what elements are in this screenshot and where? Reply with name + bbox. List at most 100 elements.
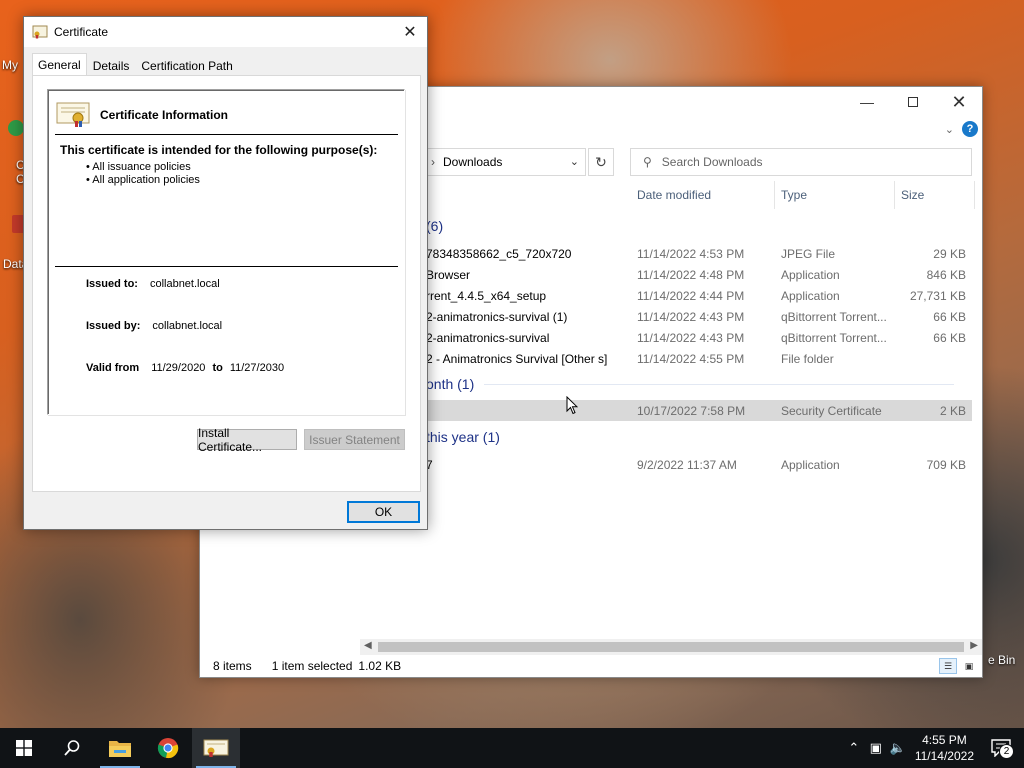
tab-label: Details bbox=[92, 59, 130, 73]
tab-label: General bbox=[38, 58, 81, 72]
chevron-down-icon[interactable]: ⌄ bbox=[570, 155, 579, 168]
file-name: rrent_4.4.5_x64_setup bbox=[426, 288, 547, 303]
group-header-earlier-this-year[interactable]: this year (1) bbox=[426, 429, 500, 445]
close-icon: ✕ bbox=[403, 24, 417, 41]
file-row-selected[interactable]: 10/17/2022 7:58 PM Security Certificate … bbox=[426, 400, 972, 421]
large-icons-view-icon: ▣ bbox=[964, 660, 974, 671]
search-taskbar-button[interactable] bbox=[48, 728, 96, 768]
file-size: 66 KB bbox=[933, 309, 966, 324]
volume-icon[interactable]: 🔈 bbox=[887, 740, 909, 756]
maximize-icon bbox=[908, 97, 918, 107]
file-type: Application bbox=[781, 457, 840, 472]
close-icon: ✕ bbox=[951, 91, 967, 112]
file-row[interactable]: 2-animatronics-survival 11/14/2022 4:43 … bbox=[426, 327, 972, 348]
issued-to-value: collabnet.local bbox=[149, 278, 220, 290]
status-size: 1.02 KB bbox=[358, 659, 402, 673]
purpose-heading: This certificate is intended for the fol… bbox=[60, 143, 378, 157]
file-name: 2-animatronics-survival bbox=[426, 330, 550, 345]
file-row[interactable]: Browser 11/14/2022 4:48 PM Application 8… bbox=[426, 264, 972, 285]
network-icon[interactable]: ▣ bbox=[865, 740, 887, 756]
column-header-size[interactable]: Size bbox=[895, 181, 975, 209]
column-header-label: Date modified bbox=[637, 188, 712, 202]
search-input[interactable]: ⚲ Search Downloads bbox=[630, 148, 972, 176]
file-row[interactable]: rrent_4.4.5_x64_setup 11/14/2022 4:44 PM… bbox=[426, 285, 972, 306]
scroll-right-icon[interactable]: ▶ bbox=[970, 640, 978, 651]
tab-general[interactable]: General bbox=[32, 53, 87, 76]
column-header-label: Type bbox=[781, 188, 808, 202]
button-label: Install Certificate... bbox=[198, 425, 263, 454]
minimize-button[interactable]: — bbox=[844, 87, 890, 117]
chevron-up-icon[interactable]: ⌃ bbox=[843, 740, 865, 756]
taskbar-file-explorer[interactable] bbox=[96, 728, 144, 768]
file-row[interactable]: 2-animatronics-survival (1) 11/14/2022 4… bbox=[426, 306, 972, 327]
horizontal-scrollbar[interactable]: ◀ ▶ bbox=[360, 639, 982, 655]
file-row[interactable]: 2 - Animatronics Survival [Other s] 11/1… bbox=[426, 348, 972, 369]
file-date: 9/2/2022 11:37 AM bbox=[637, 457, 737, 472]
file-date: 11/14/2022 4:55 PM bbox=[637, 351, 745, 366]
file-row[interactable]: 78348358662_c5_720x720 11/14/2022 4:53 P… bbox=[426, 243, 972, 264]
file-row[interactable]: 7 9/2/2022 11:37 AM Application 709 KB bbox=[426, 454, 972, 475]
taskbar-chrome[interactable] bbox=[144, 728, 192, 768]
close-button[interactable]: ✕ bbox=[936, 87, 982, 117]
scroll-left-icon[interactable]: ◀ bbox=[364, 640, 372, 651]
file-size: 2 KB bbox=[939, 403, 966, 418]
dialog-close-button[interactable]: ✕ bbox=[399, 21, 421, 43]
action-center-button[interactable]: 2 bbox=[986, 728, 1016, 768]
certificate-large-icon bbox=[56, 102, 90, 127]
taskbar: ⌃ ▣ 🔈 4:55 PM 11/14/2022 2 bbox=[0, 728, 1024, 768]
info-header: Certificate Information bbox=[56, 102, 228, 128]
tab-details[interactable]: Details bbox=[87, 54, 136, 76]
valid-from-value: 11/29/2020 bbox=[151, 362, 206, 374]
file-name: Browser bbox=[426, 267, 471, 282]
help-icon[interactable]: ? bbox=[962, 121, 978, 137]
refresh-icon: ↻ bbox=[595, 153, 607, 170]
scrollbar-thumb[interactable] bbox=[378, 642, 964, 652]
column-header-type[interactable]: Type bbox=[775, 181, 895, 209]
windows-logo-icon bbox=[16, 740, 32, 756]
file-size: 846 KB bbox=[926, 267, 966, 282]
issued-to-label: Issued to: bbox=[86, 278, 138, 290]
start-button[interactable] bbox=[0, 728, 48, 768]
ribbon-controls: ⌄ ? bbox=[945, 121, 978, 137]
file-type: qBittorrent Torrent... bbox=[781, 330, 887, 345]
file-type: Application bbox=[781, 288, 840, 303]
address-bar[interactable]: › Downloads ⌄ bbox=[426, 148, 586, 176]
column-header-date[interactable]: Date modified bbox=[631, 181, 775, 209]
file-size: 29 KB bbox=[933, 246, 966, 261]
valid-from-label: Valid from bbox=[86, 362, 140, 374]
info-title: Certificate Information bbox=[100, 108, 229, 122]
group-header-today[interactable]: (6) bbox=[426, 218, 443, 234]
dialog-title-bar[interactable]: Certificate bbox=[24, 17, 427, 47]
taskbar-certificate[interactable] bbox=[192, 728, 240, 768]
address-text: Downloads bbox=[443, 155, 503, 169]
certificate-dialog: Certificate ✕ General Details Certificat… bbox=[23, 16, 428, 530]
tab-label: Certification Path bbox=[141, 59, 233, 73]
expand-ribbon-icon[interactable]: ⌄ bbox=[945, 123, 954, 136]
desktop-icon-my[interactable]: My bbox=[2, 58, 18, 72]
refresh-button[interactable]: ↻ bbox=[588, 148, 614, 176]
file-name: 78348358662_c5_720x720 bbox=[426, 246, 572, 261]
search-icon bbox=[64, 740, 80, 756]
certificate-icon bbox=[203, 739, 229, 757]
issued-by-value: collabnet.local bbox=[152, 320, 223, 332]
ok-button[interactable]: OK bbox=[347, 501, 420, 523]
group-header-last-month[interactable]: onth (1) bbox=[426, 376, 982, 392]
maximize-button[interactable] bbox=[890, 87, 936, 117]
search-icon: ⚲ bbox=[643, 155, 652, 169]
desktop-icon-chrome[interactable] bbox=[8, 120, 24, 138]
tab-certification-path[interactable]: Certification Path bbox=[135, 54, 238, 76]
status-selected: 1 item selected bbox=[271, 659, 353, 673]
file-type: JPEG File bbox=[781, 246, 836, 261]
notification-count-badge: 2 bbox=[999, 744, 1014, 759]
folder-icon bbox=[109, 741, 131, 757]
large-icons-view-button[interactable]: ▣ bbox=[960, 658, 978, 674]
clock[interactable]: 4:55 PM 11/14/2022 bbox=[915, 732, 974, 764]
divider bbox=[55, 266, 398, 267]
file-size: 27,731 KB bbox=[909, 288, 966, 303]
desktop-icon-recycle-bin[interactable]: e Bin bbox=[988, 653, 1015, 667]
file-name: 2 - Animatronics Survival [Other s] bbox=[426, 351, 608, 366]
file-date: 11/14/2022 4:44 PM bbox=[637, 288, 745, 303]
details-view-button[interactable]: ☰ bbox=[939, 658, 957, 674]
install-certificate-button[interactable]: Install Certificate... bbox=[197, 426, 297, 454]
status-bar: 8 items 1 item selected 1.02 KB bbox=[200, 655, 982, 677]
